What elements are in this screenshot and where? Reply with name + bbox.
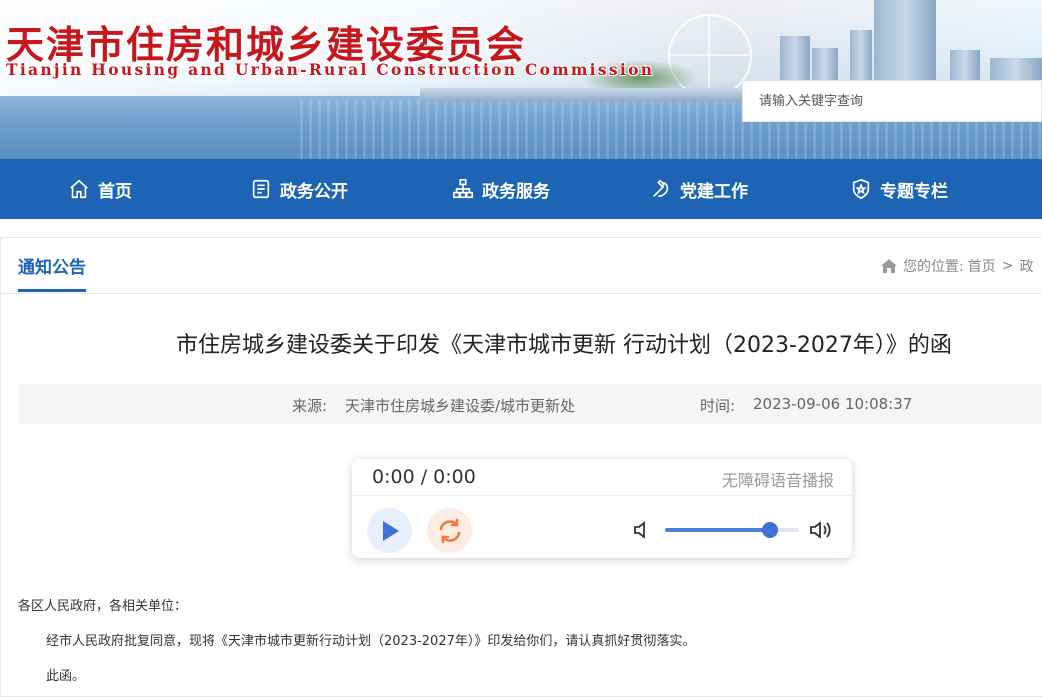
- breadcrumb-prefix: 您的位置:: [903, 259, 964, 275]
- source-value: 天津市住房城乡建设委/城市更新处: [345, 397, 576, 415]
- party-emblem-icon: [653, 179, 669, 198]
- breadcrumb-home-link[interactable]: 首页: [968, 256, 996, 276]
- nav-item-label: 首页: [98, 181, 132, 202]
- nav-item-label: 政务公开: [280, 181, 348, 202]
- article-paragraph: 经市人民政府批复同意，现将《天津市城市更新行动计划（2023-2027年）》印发…: [46, 634, 696, 649]
- site-subtitle: Tianjin Housing and Urban-Rural Construc…: [6, 60, 655, 79]
- player-time: 0:00 / 0:00: [372, 466, 476, 488]
- section-tab-notices[interactable]: 通知公告: [18, 253, 86, 292]
- header-banner: 天津市住房和城乡建设委员会 Tianjin Housing and Urban-…: [0, 0, 1042, 159]
- nav-item-gov-services[interactable]: 政务服务: [452, 159, 550, 219]
- replay-icon: [439, 518, 460, 543]
- nav-item-home[interactable]: 首页: [68, 159, 132, 219]
- banner-bridge: [420, 88, 780, 102]
- article-meta: 来源: 天津市住房城乡建设委/城市更新处 时间: 2023-09-06 10:0…: [18, 384, 1042, 424]
- volume-slider[interactable]: [665, 522, 799, 538]
- nav-item-special-topics[interactable]: 专题专栏: [850, 159, 948, 219]
- home-icon: [70, 179, 88, 199]
- breadcrumb-gov-link[interactable]: 政: [1019, 256, 1033, 276]
- audio-player: 0:00 / 0:00 无障碍语音播报: [352, 459, 852, 558]
- org-chart-icon: [453, 179, 473, 199]
- search-box: [742, 80, 1042, 122]
- home-icon: [881, 259, 897, 273]
- main-nav: 首页 政务公开 政务服务 党建工作 专题专栏: [0, 159, 1042, 219]
- breadcrumb-separator: >: [1001, 258, 1014, 274]
- article-closing: 此函。: [46, 669, 86, 684]
- play-icon: [382, 520, 399, 541]
- play-button[interactable]: [367, 508, 412, 553]
- banner-building: [874, 0, 936, 90]
- search-input[interactable]: [743, 81, 1039, 121]
- nav-item-label: 党建工作: [680, 181, 748, 202]
- document-list-icon: [252, 179, 270, 199]
- accessibility-audio-label: 无障碍语音播报: [721, 471, 834, 490]
- nav-item-gov-affairs[interactable]: 政务公开: [250, 159, 348, 219]
- panel-header: 通知公告 您的位置: 首页 > 政: [1, 238, 1042, 294]
- player-divider: [352, 495, 852, 496]
- volume-low-icon[interactable]: [632, 520, 652, 540]
- nav-item-label: 专题专栏: [880, 181, 948, 202]
- volume-high-icon[interactable]: [809, 519, 833, 541]
- article-title: 市住房城乡建设委关于印发《天津市城市更新 行动计划（2023-2027年）》的函: [176, 333, 952, 358]
- nav-item-party-building[interactable]: 党建工作: [650, 159, 748, 219]
- time-label: 时间:: [700, 397, 736, 415]
- volume-knob[interactable]: [761, 522, 778, 538]
- shield-star-icon: [852, 178, 870, 200]
- breadcrumb: 您的位置: 首页 > 政: [880, 256, 1033, 276]
- replay-button[interactable]: [427, 508, 472, 553]
- volume-fill: [665, 528, 770, 532]
- article-salutation: 各区人民政府，各相关单位：: [18, 599, 188, 614]
- time-value: 2023-09-06 10:08:37: [753, 395, 913, 413]
- nav-item-label: 政务服务: [482, 181, 550, 202]
- source-label: 来源:: [292, 397, 328, 415]
